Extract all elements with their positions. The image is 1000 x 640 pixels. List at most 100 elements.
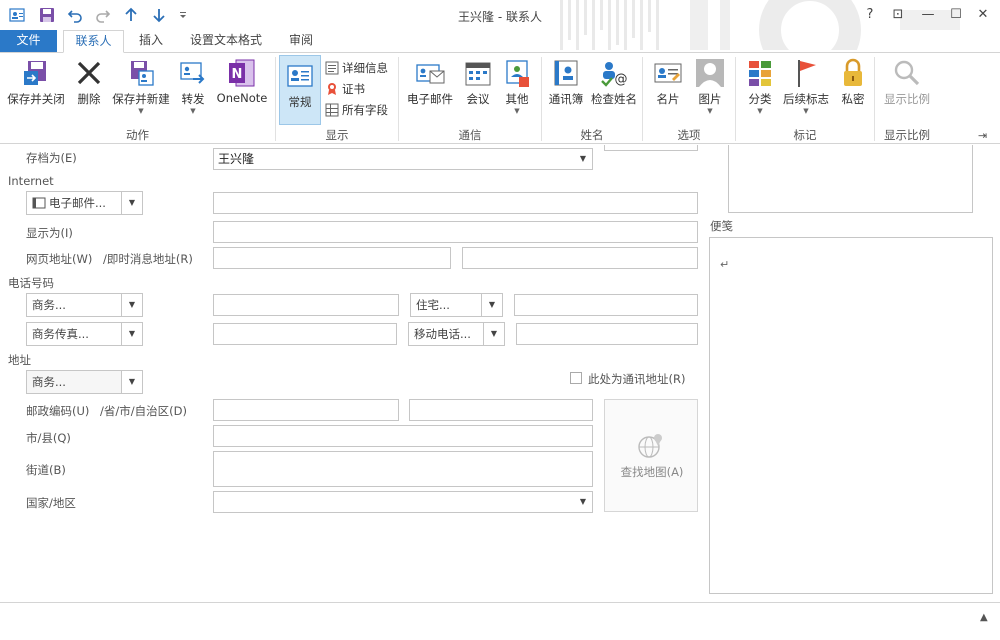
categorize-button[interactable]: 分类 ▼ bbox=[742, 57, 778, 115]
tab-contact[interactable]: 联系人 bbox=[63, 30, 124, 53]
delete-button[interactable]: 删除 bbox=[70, 57, 108, 107]
follow-up-button[interactable]: 后续标志 ▼ bbox=[780, 57, 832, 115]
forward-label: 转发 bbox=[181, 92, 205, 106]
general-view-button[interactable]: 常规 bbox=[279, 55, 321, 125]
city-label: 市/县(Q) bbox=[26, 431, 71, 445]
minimize-button[interactable]: — bbox=[917, 5, 939, 25]
group-tags-label: 标记 bbox=[793, 128, 817, 142]
web-page-label: 网页地址(W) bbox=[26, 252, 93, 266]
more-button[interactable]: 其他 ▼ bbox=[500, 57, 534, 115]
phone-section-title: 电话号码 bbox=[8, 276, 54, 290]
city-field[interactable] bbox=[213, 425, 593, 447]
lock-icon bbox=[844, 58, 862, 86]
ribbon-display-button[interactable]: ⊡ bbox=[887, 5, 909, 25]
business-fax-field[interactable] bbox=[213, 323, 397, 345]
phone2-type-button[interactable]: 住宅... bbox=[410, 293, 482, 317]
postal-code-field[interactable] bbox=[213, 399, 399, 421]
save-new-button[interactable]: 保存并新建 ▼ bbox=[108, 57, 174, 115]
collapse-ribbon-icon[interactable]: ⇥ bbox=[978, 129, 987, 142]
phone3-type-dropdown[interactable]: ▼ bbox=[121, 322, 143, 346]
ribbon-tabs: 文件 联系人 插入 设置文本格式 审阅 bbox=[0, 30, 1000, 53]
internet-section-title: Internet bbox=[8, 174, 54, 188]
zoom-button[interactable]: 显示比例 bbox=[880, 57, 934, 107]
phone1-type-button[interactable]: 商务... bbox=[26, 293, 122, 317]
forward-button[interactable]: 转发 ▼ bbox=[176, 57, 210, 115]
country-label: 国家/地区 bbox=[26, 496, 76, 510]
chevron-down-icon: ▼ bbox=[579, 154, 586, 163]
close-button[interactable]: ✕ bbox=[972, 5, 994, 25]
phone1-type-dropdown[interactable]: ▼ bbox=[121, 293, 143, 317]
maximize-button[interactable]: ☐ bbox=[945, 5, 967, 25]
check-names-icon: @ bbox=[601, 62, 628, 87]
email-label: 电子邮件 bbox=[407, 92, 453, 106]
province-field[interactable] bbox=[409, 399, 593, 421]
street-field[interactable] bbox=[213, 451, 593, 487]
business-card-button[interactable]: 名片 bbox=[648, 57, 688, 107]
group-zoom-label: 显示比例 bbox=[884, 128, 930, 142]
province-label: /省/市/自治区(D) bbox=[100, 404, 187, 418]
save-close-label: 保存并关闭 bbox=[7, 92, 65, 106]
tab-file[interactable]: 文件 bbox=[0, 30, 57, 53]
tab-format-text[interactable]: 设置文本格式 bbox=[180, 30, 272, 53]
picture-icon bbox=[696, 59, 724, 87]
group-communicate-label: 通信 bbox=[458, 128, 482, 142]
all-fields-button[interactable]: 所有字段 bbox=[325, 101, 388, 119]
details-button[interactable]: 详细信息 bbox=[325, 59, 388, 77]
business-card-preview bbox=[604, 145, 698, 151]
chevron-down-icon: ▼ bbox=[579, 497, 586, 506]
file-as-label: 存档为(E) bbox=[26, 151, 77, 165]
meeting-button[interactable]: 会议 bbox=[460, 57, 496, 107]
home-phone-field[interactable] bbox=[514, 294, 698, 316]
mailing-address-checkbox[interactable] bbox=[570, 372, 582, 384]
tab-insert[interactable]: 插入 bbox=[130, 30, 172, 53]
address-book-button[interactable]: 通讯簿 bbox=[545, 57, 587, 107]
display-as-label: 显示为(I) bbox=[26, 226, 73, 240]
address-type-button[interactable]: 商务... bbox=[26, 370, 122, 394]
help-button[interactable]: ? bbox=[859, 5, 881, 25]
email-field[interactable] bbox=[213, 192, 698, 214]
certificates-button[interactable]: 证书 bbox=[325, 80, 365, 98]
phone4-type-button[interactable]: 移动电话... bbox=[408, 322, 484, 346]
globe-map-icon bbox=[638, 434, 662, 458]
address-book-icon bbox=[554, 60, 578, 86]
file-as-select[interactable]: 王兴隆 ▼ bbox=[213, 148, 593, 170]
picture-button[interactable]: 图片 ▼ bbox=[690, 57, 730, 115]
country-select[interactable]: ▼ bbox=[213, 491, 593, 513]
email-icon bbox=[416, 64, 445, 84]
display-as-field[interactable] bbox=[213, 221, 698, 243]
find-map-button[interactable]: 查找地图(A) bbox=[604, 399, 698, 512]
email-type-label: 电子邮件... bbox=[49, 196, 106, 210]
meeting-icon bbox=[465, 62, 491, 86]
business-phone-field[interactable] bbox=[213, 294, 399, 316]
find-map-label: 查找地图(A) bbox=[620, 465, 684, 479]
onenote-button[interactable]: N OneNote bbox=[212, 57, 272, 105]
title-bar: 王兴隆 - 联系人 ? ⊡ — ☐ ✕ bbox=[0, 0, 1000, 50]
email-type-button[interactable]: 电子邮件... bbox=[26, 191, 122, 215]
all-fields-icon bbox=[325, 103, 339, 117]
contact-picture-frame[interactable] bbox=[728, 145, 973, 213]
zoom-label: 显示比例 bbox=[884, 92, 930, 106]
picture-label: 图片 bbox=[698, 92, 722, 106]
group-actions-label: 动作 bbox=[126, 128, 149, 142]
address-type-dropdown[interactable]: ▼ bbox=[121, 370, 143, 394]
picture-dropdown-icon: ▼ bbox=[707, 107, 713, 115]
tab-review[interactable]: 审阅 bbox=[280, 30, 322, 53]
expand-up-icon[interactable]: ▲ bbox=[980, 612, 988, 623]
mobile-phone-field[interactable] bbox=[516, 323, 698, 345]
email-button[interactable]: 电子邮件 bbox=[402, 57, 458, 107]
im-address-field[interactable] bbox=[462, 247, 698, 269]
check-names-button[interactable]: @ 检查姓名 bbox=[588, 57, 640, 107]
save-close-button[interactable]: 保存并关闭 bbox=[4, 57, 68, 107]
private-button[interactable]: 私密 bbox=[836, 57, 870, 107]
notes-field[interactable]: ↵ bbox=[709, 237, 993, 594]
delete-label: 删除 bbox=[77, 92, 101, 106]
business-card-label: 名片 bbox=[656, 92, 680, 106]
phone2-type-dropdown[interactable]: ▼ bbox=[481, 293, 503, 317]
web-page-field[interactable] bbox=[213, 247, 451, 269]
email-type-dropdown[interactable]: ▼ bbox=[121, 191, 143, 215]
save-new-icon bbox=[131, 61, 154, 86]
categorize-label: 分类 bbox=[748, 92, 772, 106]
phone4-type-dropdown[interactable]: ▼ bbox=[483, 322, 505, 346]
phone3-type-button[interactable]: 商务传真... bbox=[26, 322, 122, 346]
more-dropdown-icon: ▼ bbox=[514, 107, 520, 115]
